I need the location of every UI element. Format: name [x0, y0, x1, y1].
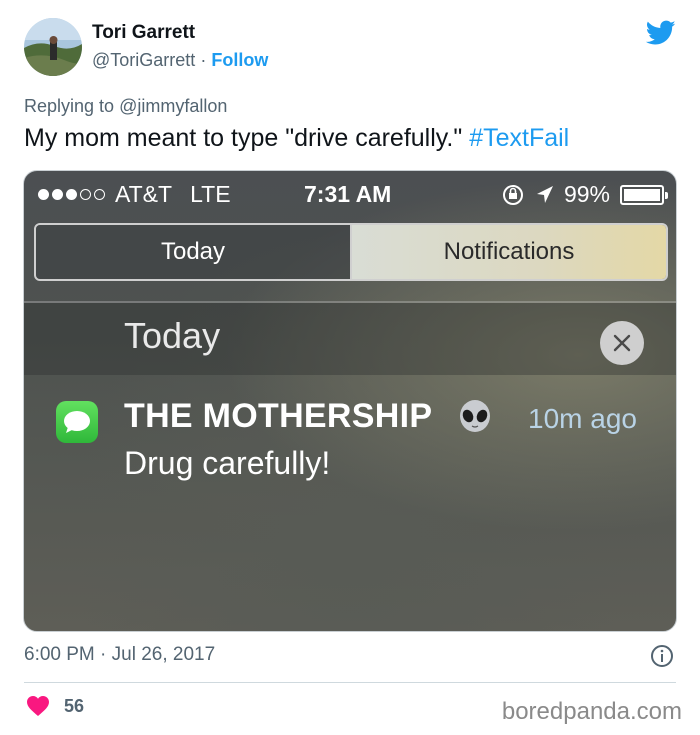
- like-heart-icon[interactable]: [26, 695, 50, 717]
- tab-notifications[interactable]: Notifications: [352, 225, 666, 279]
- source-watermark: boredpanda.com: [501, 698, 682, 725]
- messages-app-icon: [56, 401, 98, 443]
- status-time: 7:31 AM: [304, 181, 392, 207]
- battery-icon: [620, 184, 668, 205]
- alien-emoji-icon: [456, 399, 494, 437]
- replying-prefix: Replying to: [24, 96, 115, 116]
- tweet-media-image[interactable]: AT&T LTE 7:31 AM 99% Today Notifications…: [23, 170, 677, 632]
- footer-divider: [24, 682, 676, 683]
- author-name[interactable]: Tori Garrett: [92, 22, 195, 44]
- avatar[interactable]: [24, 18, 82, 76]
- orientation-lock-icon: [502, 184, 523, 205]
- phone-status-bar: AT&T LTE 7:31 AM 99%: [24, 171, 676, 217]
- twitter-bird-icon[interactable]: [645, 20, 676, 46]
- signal-strength-icon: [38, 189, 105, 200]
- author-handle-row: @ToriGarrett · Follow: [92, 50, 268, 71]
- notification-center-tabs: Today Notifications: [34, 223, 668, 281]
- separator-dot: ·: [200, 50, 207, 70]
- carrier-name: AT&T: [115, 181, 173, 207]
- info-icon[interactable]: [650, 644, 674, 668]
- notification-message[interactable]: Drug carefully!: [124, 445, 330, 482]
- replying-to: Replying to @jimmyfallon: [24, 96, 227, 117]
- carrier-info: AT&T LTE: [38, 181, 231, 208]
- clear-notifications-button[interactable]: [600, 321, 644, 365]
- tweet-body: My mom meant to type "drive carefully.": [24, 124, 470, 152]
- tab-today[interactable]: Today: [36, 225, 352, 279]
- battery-percent: 99%: [563, 181, 610, 207]
- location-arrow-icon: [536, 185, 553, 203]
- author-handle[interactable]: @ToriGarrett: [92, 50, 195, 70]
- status-right: 99%: [502, 181, 668, 208]
- notification-time-ago: 10m ago: [528, 403, 637, 434]
- tweet-text: My mom meant to type "drive carefully." …: [24, 124, 569, 153]
- hashtag-link[interactable]: #TextFail: [469, 124, 569, 152]
- like-count: 56: [64, 696, 85, 716]
- section-header: [24, 303, 676, 375]
- network-type: LTE: [190, 181, 231, 207]
- notification-sender: THE MOTHERSHIP: [124, 397, 433, 435]
- follow-button[interactable]: Follow: [211, 50, 268, 70]
- reply-mention-link[interactable]: @jimmyfallon: [119, 96, 227, 116]
- tweet-timestamp[interactable]: 6:00 PM · Jul 26, 2017: [24, 644, 215, 666]
- close-icon: [613, 334, 631, 352]
- section-title: Today: [124, 315, 221, 356]
